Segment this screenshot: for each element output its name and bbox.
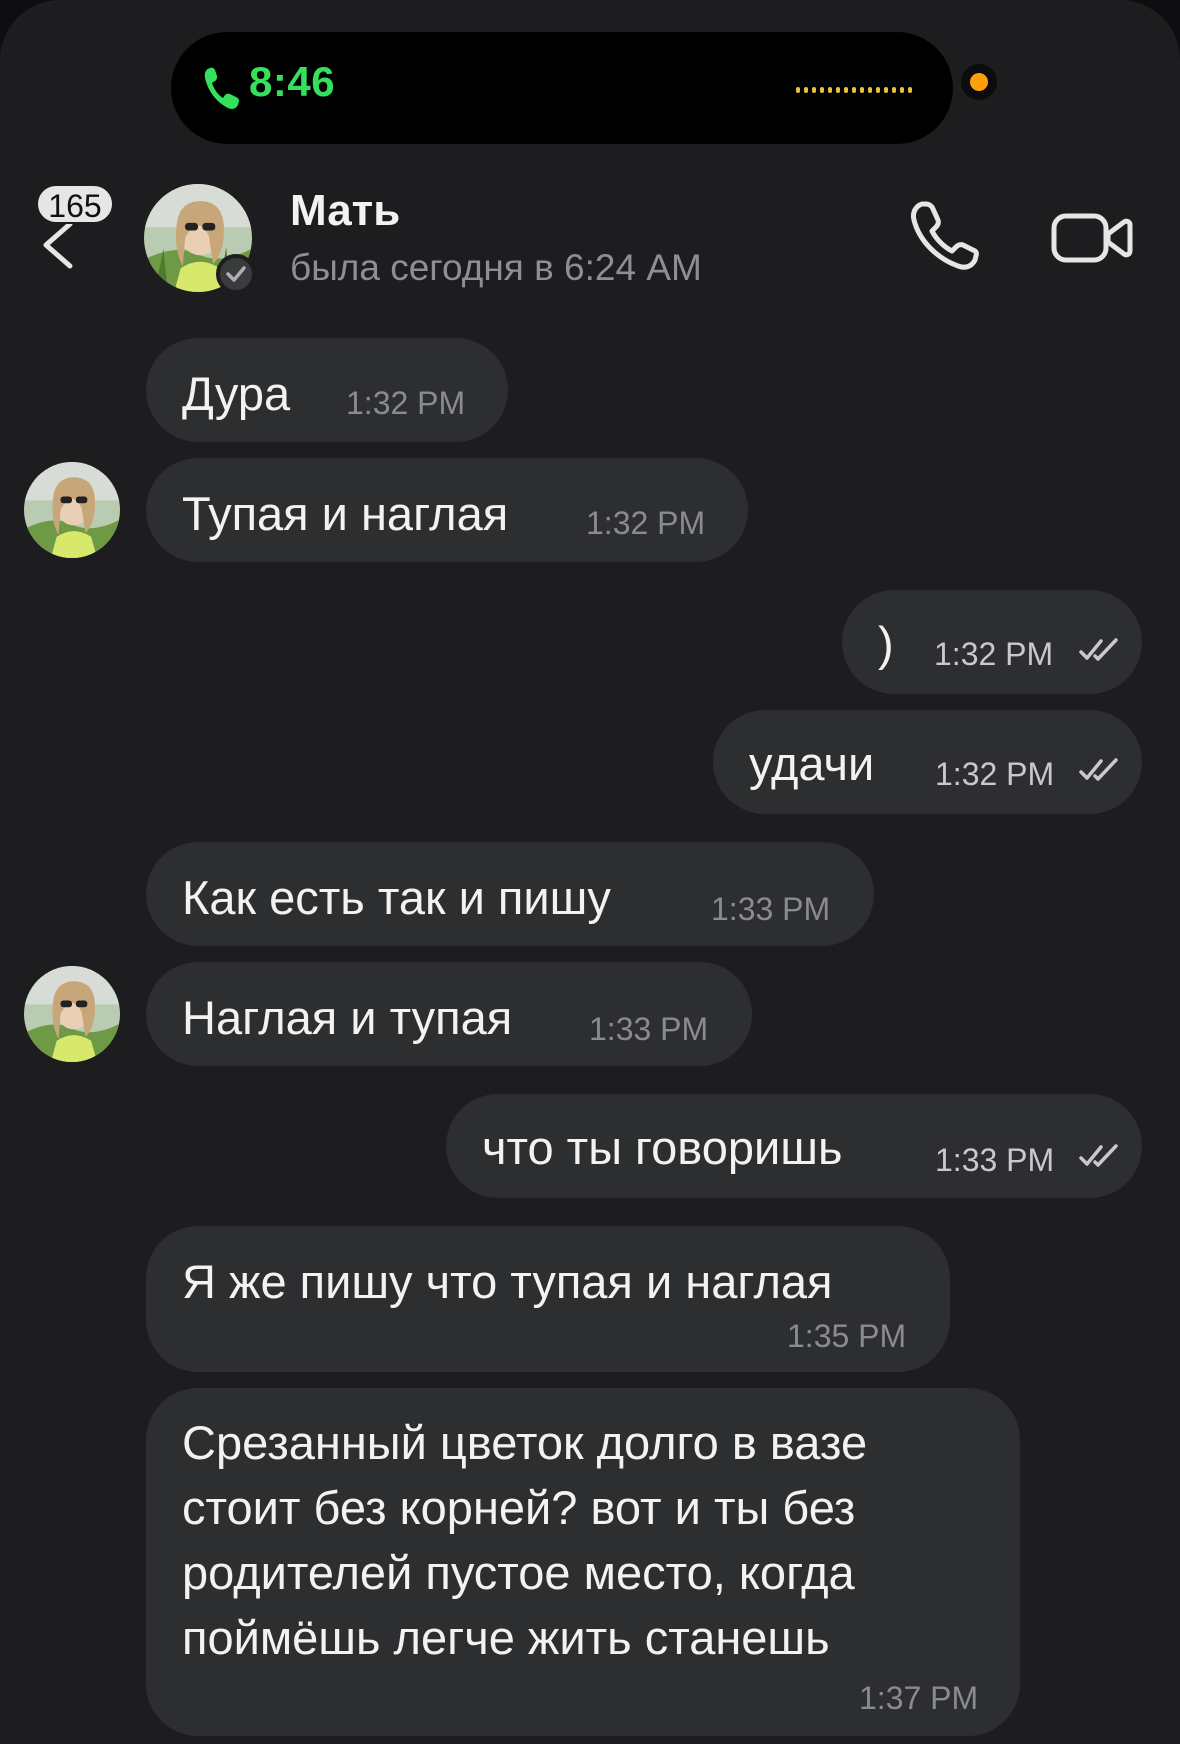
message-text: ): [878, 617, 894, 670]
message-bubble[interactable]: Как есть так и пишу 1:33 PM: [146, 842, 874, 946]
phone-icon: [204, 67, 239, 109]
recording-dot-icon: [970, 73, 988, 91]
sender-avatar[interactable]: [24, 966, 120, 1062]
message-text: Тупая и наглая: [182, 487, 509, 540]
video-camera-icon[interactable]: [1050, 206, 1134, 270]
message-time: 1:33 PM: [935, 1142, 1055, 1178]
call-duration: 8:46: [249, 58, 336, 105]
sender-avatar[interactable]: [24, 462, 120, 558]
message-text: удачи: [749, 737, 875, 790]
checkmark-badge-icon: [216, 254, 256, 294]
back-button[interactable]: 165: [32, 180, 122, 270]
message-bubble[interactable]: Я же пишу что тупая и наглая 1:35 PM: [146, 1226, 950, 1372]
message-time: 1:32 PM: [346, 385, 466, 421]
read-checkmarks-icon: [1079, 1144, 1118, 1167]
audio-wave-icon: [796, 87, 912, 93]
dynamic-island[interactable]: 8:46: [171, 32, 953, 144]
message-bubble[interactable]: Наглая и тупая 1:33 PM: [146, 962, 752, 1066]
contact-name[interactable]: Мать: [290, 186, 400, 236]
message-bubble[interactable]: удачи 1:32 PM: [713, 710, 1142, 814]
read-checkmarks-icon: [1079, 638, 1118, 661]
read-checkmarks-icon: [1079, 758, 1118, 781]
message-bubble[interactable]: Срезанный цветок долго в вазе стоит без …: [146, 1388, 1020, 1736]
contact-avatar[interactable]: [144, 184, 256, 294]
message-bubble[interactable]: ) 1:32 PM: [842, 590, 1142, 694]
message-text: Срезанный цветок долго в вазе стоит без …: [182, 1416, 868, 1664]
message-time: 1:32 PM: [586, 505, 706, 541]
message-text: Как есть так и пишу: [182, 871, 611, 924]
chevron-left-icon: [43, 221, 73, 269]
message-text: Дура: [182, 367, 291, 420]
message-bubble[interactable]: Тупая и наглая 1:32 PM: [146, 458, 748, 562]
chat-screen: 8:46 165 Мать была сегодня в 6:24 AM Дур…: [0, 0, 1180, 1744]
phone-icon[interactable]: [906, 196, 986, 276]
message-time: 1:33 PM: [589, 1011, 709, 1047]
last-seen-status: была сегодня в 6:24 AM: [290, 247, 702, 288]
message-time: 1:35 PM: [787, 1318, 907, 1354]
unread-count-badge: 165: [36, 184, 114, 224]
message-bubble[interactable]: Дура 1:32 PM: [146, 338, 508, 442]
message-time: 1:37 PM: [859, 1680, 979, 1716]
message-bubble[interactable]: что ты говоришь 1:33 PM: [446, 1094, 1142, 1198]
message-time: 1:33 PM: [711, 891, 831, 927]
message-time: 1:32 PM: [934, 636, 1054, 672]
message-text: что ты говоришь: [482, 1121, 843, 1174]
message-text: Я же пишу что тупая и наглая: [182, 1255, 833, 1308]
message-text: Наглая и тупая: [182, 991, 513, 1044]
message-time: 1:32 PM: [935, 756, 1055, 792]
